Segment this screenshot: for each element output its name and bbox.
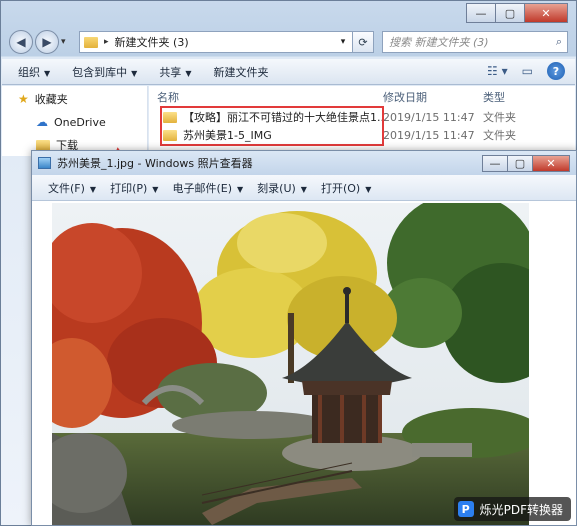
file-menu-label: 文件(F) bbox=[48, 181, 85, 195]
cloud-icon: ☁ bbox=[36, 115, 48, 129]
search-icon[interactable]: ⌕ bbox=[556, 35, 562, 49]
new-folder-button[interactable]: 新建文件夹 bbox=[213, 64, 268, 80]
forward-button[interactable]: ▶ bbox=[35, 30, 59, 54]
photo-viewer-window: 苏州美景_1.jpg - Windows 照片查看器 — ▢ ✕ 文件(F) ▼ … bbox=[31, 150, 577, 526]
column-headers: 名称 修改日期 类型 bbox=[149, 86, 575, 108]
chevron-down-icon: ▼ bbox=[131, 68, 138, 78]
burn-menu[interactable]: 刻录(U) ▼ bbox=[257, 180, 307, 196]
organize-label: 组织 bbox=[18, 65, 40, 79]
viewer-title: 苏州美景_1.jpg - Windows 照片查看器 bbox=[57, 157, 253, 170]
download-folder-icon bbox=[36, 139, 50, 151]
viewer-title-bar: 苏州美景_1.jpg - Windows 照片查看器 — ▢ ✕ bbox=[32, 151, 576, 175]
refresh-icon: ⟳ bbox=[358, 35, 368, 49]
breadcrumb-path[interactable]: 新建文件夹 (3) bbox=[115, 34, 334, 50]
email-menu[interactable]: 电子邮件(E) ▼ bbox=[172, 180, 243, 196]
file-type: 文件夹 bbox=[483, 111, 516, 124]
chevron-down-icon: ▼ bbox=[185, 68, 192, 78]
address-bar-row: ◀ ▶ ▾ ▸ 新建文件夹 (3) ▾ ⟳ 搜索 新建文件夹 (3) ⌕ bbox=[9, 29, 568, 55]
back-button[interactable]: ◀ bbox=[9, 30, 33, 54]
watermark-badge: P 烁光PDF转换器 bbox=[453, 497, 571, 521]
view-controls: ☷ ▾ ▭ ? bbox=[473, 62, 565, 80]
navigation-pane: ★ 收藏夹 ☁ OneDrive 下载 bbox=[2, 86, 148, 156]
nav-item-onedrive[interactable]: ☁ OneDrive bbox=[2, 112, 147, 132]
pdf-converter-logo-icon: P bbox=[457, 501, 474, 517]
file-date: 2019/1/15 11:47 bbox=[383, 110, 475, 124]
folder-icon bbox=[84, 36, 98, 48]
open-menu[interactable]: 打开(O) ▼ bbox=[321, 180, 371, 196]
address-field[interactable]: ▸ 新建文件夹 (3) ▾ bbox=[79, 31, 353, 53]
viewer-window-controls: — ▢ ✕ bbox=[482, 154, 570, 172]
help-icon[interactable]: ? bbox=[547, 62, 565, 80]
organize-menu[interactable]: 组织 ▼ bbox=[18, 64, 50, 80]
forward-arrow-icon: ▶ bbox=[42, 35, 52, 49]
chevron-down-icon: ▼ bbox=[300, 184, 307, 194]
explorer-window-controls: — ▢ ✕ bbox=[466, 3, 568, 23]
recent-pages-dropdown[interactable]: ▾ bbox=[61, 37, 71, 47]
star-icon: ★ bbox=[18, 92, 29, 106]
email-menu-label: 电子邮件(E) bbox=[172, 181, 232, 195]
viewer-minimize-button[interactable]: — bbox=[482, 154, 508, 172]
close-button[interactable]: ✕ bbox=[524, 3, 568, 23]
file-type: 文件夹 bbox=[483, 129, 516, 142]
minimize-button[interactable]: — bbox=[466, 3, 496, 23]
search-input[interactable]: 搜索 新建文件夹 (3) ⌕ bbox=[382, 31, 568, 53]
share-menu[interactable]: 共享 ▼ bbox=[159, 64, 191, 80]
breadcrumb-separator-icon[interactable]: ▸ bbox=[104, 37, 109, 47]
burn-menu-label: 刻录(U) bbox=[257, 181, 296, 195]
file-menu[interactable]: 文件(F) ▼ bbox=[48, 180, 96, 196]
chevron-down-icon: ▼ bbox=[365, 184, 372, 194]
refresh-button[interactable]: ⟳ bbox=[352, 31, 374, 53]
viewer-maximize-button[interactable]: ▢ bbox=[507, 154, 533, 172]
back-arrow-icon: ◀ bbox=[16, 35, 26, 49]
address-dropdown-icon[interactable]: ▾ bbox=[334, 37, 352, 47]
viewer-close-button[interactable]: ✕ bbox=[532, 154, 570, 172]
chevron-down-icon: ▼ bbox=[237, 184, 244, 194]
column-header-name[interactable]: 名称 bbox=[149, 89, 383, 105]
include-in-library-label: 包含到库中 bbox=[72, 65, 128, 79]
print-menu-label: 打印(P) bbox=[110, 181, 148, 195]
displayed-photo bbox=[52, 203, 529, 525]
view-options-icon[interactable]: ☷ ▾ bbox=[487, 64, 508, 78]
highlight-annotation-box bbox=[160, 106, 384, 146]
chevron-down-icon: ▼ bbox=[44, 68, 51, 78]
new-folder-label: 新建文件夹 bbox=[213, 65, 269, 79]
column-header-type[interactable]: 类型 bbox=[483, 89, 563, 105]
search-placeholder: 搜索 新建文件夹 (3) bbox=[389, 36, 489, 49]
viewer-menu-bar: 文件(F) ▼ 打印(P) ▼ 电子邮件(E) ▼ 刻录(U) ▼ 打开(O) ▼ bbox=[32, 175, 576, 201]
chevron-down-icon: ▼ bbox=[89, 184, 97, 194]
file-date: 2019/1/15 11:47 bbox=[383, 128, 475, 142]
command-bar: 组织 ▼ 包含到库中 ▼ 共享 ▼ 新建文件夹 ☷ ▾ ▭ ? bbox=[2, 59, 575, 85]
preview-pane-icon[interactable]: ▭ bbox=[522, 64, 533, 78]
nav-onedrive-label: OneDrive bbox=[54, 115, 106, 129]
chevron-down-icon: ▼ bbox=[152, 184, 159, 194]
maximize-button[interactable]: ▢ bbox=[495, 3, 525, 23]
column-header-date[interactable]: 修改日期 bbox=[383, 89, 483, 105]
open-menu-label: 打开(O) bbox=[320, 181, 361, 195]
nav-favorites-label: 收藏夹 bbox=[34, 93, 68, 106]
garden-pavilion-photo bbox=[52, 203, 529, 525]
watermark-text: 烁光PDF转换器 bbox=[479, 502, 563, 517]
nav-item-favorites[interactable]: ★ 收藏夹 bbox=[2, 89, 147, 109]
print-menu[interactable]: 打印(P) ▼ bbox=[110, 180, 158, 196]
share-label: 共享 bbox=[159, 65, 182, 79]
include-in-library-menu[interactable]: 包含到库中 ▼ bbox=[72, 64, 137, 80]
photo-viewer-app-icon bbox=[38, 157, 51, 169]
